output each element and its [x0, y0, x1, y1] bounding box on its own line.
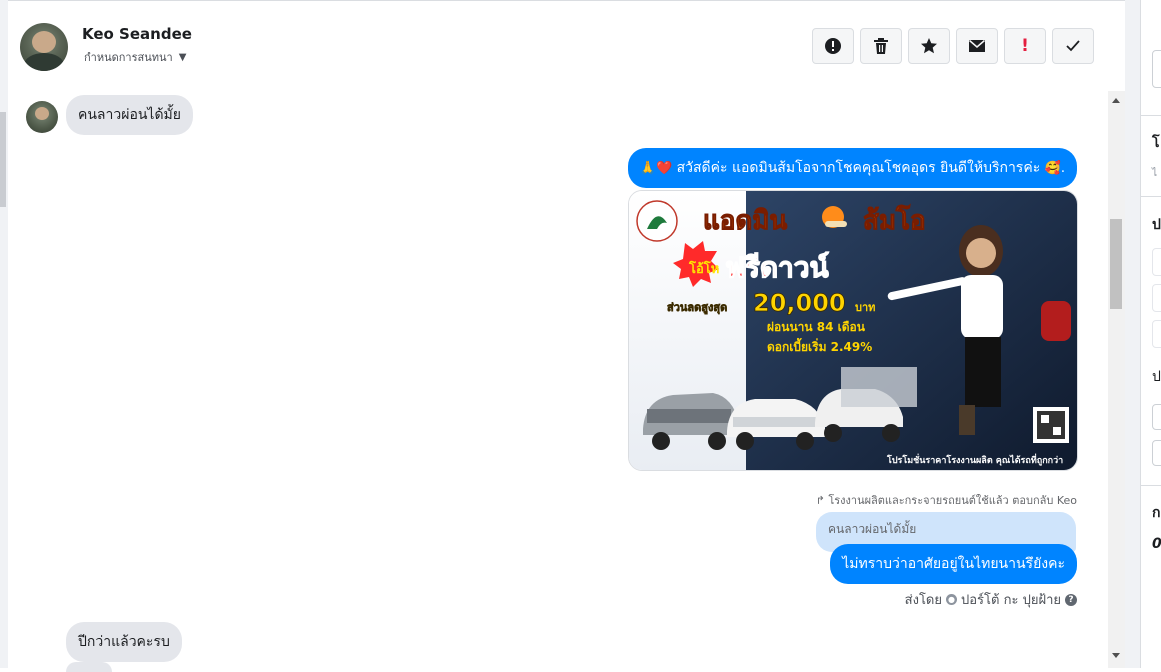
star-icon — [921, 38, 937, 54]
sent-by-name[interactable]: ปอร์โต้ กะ ปุยฝ้าย — [961, 589, 1061, 610]
conversation-panel: Keo Seandee กำหนดการสนทนา ▼ ! คนลาวผ่อนไ… — [0, 0, 1125, 672]
contact-avatar[interactable] — [20, 23, 68, 71]
thread-scrollbar[interactable] — [1108, 91, 1125, 668]
promo-discount-unit: บาท — [855, 301, 875, 314]
divider — [1141, 196, 1161, 197]
message-thread[interactable]: คนลาวผ่อนได้มั้ย 🙏❤️ สวัสดีค่ะ แอดมินส้ม… — [8, 91, 1108, 672]
details-input[interactable] — [1152, 50, 1161, 88]
delete-button[interactable] — [860, 28, 902, 64]
mark-unread-button[interactable] — [956, 28, 998, 64]
promo-discount-label: ส่วนลดสูงสุด — [667, 301, 727, 315]
details-select[interactable] — [1152, 404, 1161, 430]
details-label-4: ป — [1152, 369, 1161, 385]
mark-done-button[interactable] — [1052, 28, 1094, 64]
reply-arrow-icon: ↱ — [815, 494, 825, 507]
promo-title-1: แอดมิน — [703, 206, 787, 236]
incoming-message-text: คนลาวผ่อนได้มั้ย — [78, 107, 181, 123]
reply-meta-text: โรงงานผลิตและกระจายรถยนต์ใช้แล้ว ตอบกลับ… — [828, 494, 1077, 507]
details-field[interactable] — [1152, 248, 1161, 276]
outgoing-greeting-text: สวัสดีค่ะ แอดมินส้มโอจากโชคคุณโชคอุดร ยิ… — [676, 160, 1041, 176]
sender-avatar — [26, 101, 58, 133]
sent-by-label: ส่งโดย — [904, 593, 942, 608]
promo-graphic: แอดมิน ส้มโอ โอ้โห ฟรีดาวน์ ส่วนลดสูงสุด… — [629, 191, 1077, 470]
details-field[interactable] — [1152, 284, 1161, 312]
outgoing-greeting-message[interactable]: 🙏❤️ สวัสดีค่ะ แอดมินส้มโอจากโชคคุณโชคอุด… — [627, 148, 1077, 188]
conversation-header: Keo Seandee กำหนดการสนทนา ▼ ! — [8, 0, 1125, 92]
envelope-icon — [969, 39, 985, 52]
page-icon: ● — [946, 594, 957, 605]
left-scrollbar-thumb[interactable] — [0, 112, 6, 207]
promo-title-2: ส้มโอ — [863, 204, 926, 236]
promo-discount-value: 20,000 — [753, 289, 846, 317]
details-label-2: ไ — [1152, 168, 1158, 179]
details-field[interactable] — [1152, 320, 1161, 348]
scroll-down-arrow-icon[interactable] — [1112, 653, 1120, 658]
details-value: 0 — [1152, 536, 1161, 552]
follow-up-button[interactable]: ! — [1004, 28, 1046, 64]
details-select[interactable] — [1152, 440, 1161, 466]
check-icon — [1066, 40, 1080, 52]
header-actions: ! — [812, 28, 1094, 64]
incoming-message[interactable]: คนลาวผ่อนได้มั้ย — [66, 95, 193, 135]
exclamation-circle-icon — [825, 38, 841, 54]
divider — [1141, 115, 1161, 116]
assign-label: กำหนดการสนทนา — [84, 51, 173, 64]
assign-conversation-dropdown[interactable]: กำหนดการสนทนา ▼ — [84, 48, 186, 66]
exclamation-icon: ! — [1021, 36, 1029, 56]
incoming-message-3[interactable] — [66, 662, 112, 672]
scroll-up-arrow-icon[interactable] — [1112, 98, 1120, 103]
quoted-message-text: คนลาวผ่อนได้มั้ย — [828, 522, 917, 536]
star-button[interactable] — [908, 28, 950, 64]
incoming-message-2[interactable]: ปีกว่าแล้วคะรบ — [66, 622, 182, 662]
question-icon[interactable]: ? — [1065, 593, 1077, 606]
promo-interest: ดอกเบี้ยเริ่ม 2.49% — [767, 337, 872, 354]
details-label-5: ก — [1152, 505, 1161, 521]
details-label-3: ป — [1152, 217, 1161, 233]
promo-badge: โอ้โห — [688, 260, 719, 277]
thread-scrollbar-thumb[interactable] — [1110, 219, 1122, 309]
details-panel-inner: โ ไ ป ป ก 0 — [1140, 0, 1161, 668]
contact-name[interactable]: Keo Seandee — [82, 25, 192, 43]
smile-hearts-emoji: 🥰. — [1044, 161, 1065, 176]
reply-meta: ↱ โรงงานผลิตและกระจายรถยนต์ใช้แล้ว ตอบกล… — [816, 491, 1077, 509]
trash-icon — [874, 38, 888, 54]
promo-installment: ผ่อนนาน 84 เดือน — [767, 320, 866, 334]
promo-image[interactable]: แอดมิน ส้มโอ โอ้โห ฟรีดาวน์ ส่วนลดสูงสุด… — [628, 190, 1078, 471]
sent-by: ส่งโดย ● ปอร์โต้ กะ ปุยฝ้าย ? — [905, 589, 1077, 610]
incoming-message-2-text: ปีกว่าแล้วคะรบ — [78, 634, 170, 650]
divider — [1141, 485, 1161, 486]
outgoing-reply-text: ไม่ทราบว่าอาศัยอยู่ในไทยนานรึยังคะ — [842, 556, 1065, 572]
promo-headline: ฟรีดาวน์ — [725, 251, 829, 284]
caret-down-icon: ▼ — [178, 51, 187, 63]
details-label-1: โ — [1152, 135, 1160, 151]
details-panel: โ ไ ป ป ก 0 — [1125, 0, 1161, 668]
report-spam-button[interactable] — [812, 28, 854, 64]
pray-heart-emoji: 🙏❤️ — [639, 161, 673, 176]
outgoing-reply-message[interactable]: ไม่ทราบว่าอาศัยอยู่ในไทยนานรึยังคะ — [830, 544, 1077, 584]
